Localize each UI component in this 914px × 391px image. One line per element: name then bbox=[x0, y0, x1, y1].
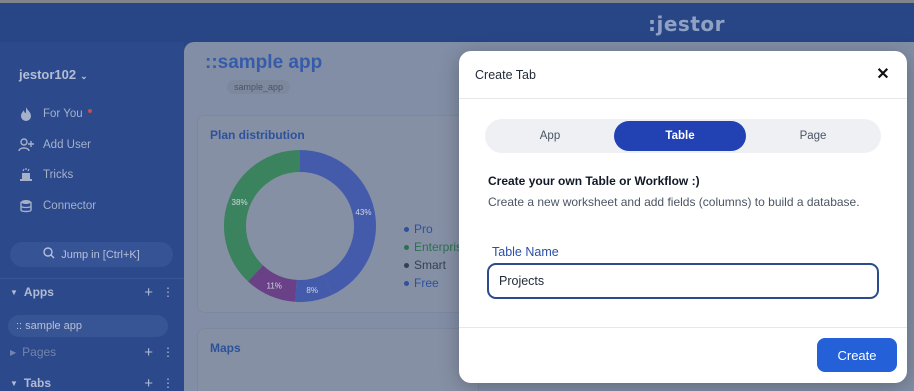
add-icon[interactable]: + bbox=[144, 284, 153, 301]
section-pages[interactable]: ▶ Pages + ⋮ bbox=[10, 344, 175, 361]
workspace-switcher[interactable]: jestor102 ⌄ bbox=[19, 67, 88, 82]
card-title: Maps bbox=[210, 341, 241, 355]
sidebar-item-for-you[interactable]: For You bbox=[18, 106, 92, 122]
tab-type-page[interactable]: Page bbox=[747, 121, 879, 151]
jestor-logo: :jestor bbox=[648, 12, 725, 36]
section-label: Apps bbox=[23, 285, 54, 299]
sidebar-item-label: Connector bbox=[43, 200, 97, 212]
modal-title: Create Tab bbox=[475, 68, 536, 82]
caret-right-icon: ▶ bbox=[10, 347, 17, 357]
donut-slice-label: 38% bbox=[232, 198, 248, 207]
more-icon[interactable]: ⋮ bbox=[162, 285, 174, 299]
caret-down-icon: ▼ bbox=[10, 378, 18, 388]
section-apps[interactable]: ▼ Apps + ⋮ bbox=[10, 284, 175, 301]
magic-hat-icon bbox=[18, 167, 34, 183]
maps-card: Maps bbox=[197, 328, 479, 391]
donut-slice-label: 11% bbox=[266, 282, 281, 291]
more-icon[interactable]: ⋮ bbox=[162, 345, 174, 359]
sidebar-divider bbox=[0, 278, 184, 279]
sidebar-item-tricks[interactable]: Tricks bbox=[18, 167, 73, 183]
notification-dot bbox=[87, 109, 92, 113]
modal-header: Create Tab ✕ bbox=[459, 51, 907, 99]
search-icon bbox=[43, 247, 55, 262]
app-id-chip: sample_app bbox=[227, 80, 291, 94]
chevron-down-icon: ⌄ bbox=[80, 71, 88, 81]
sidebar-item-label: Add User bbox=[43, 139, 91, 151]
create-button[interactable]: Create bbox=[817, 338, 897, 372]
plan-donut-chart: 43% 8% 11% 38% bbox=[224, 150, 376, 302]
sidebar-item-add-user[interactable]: Add User bbox=[18, 137, 91, 153]
jump-search-button[interactable]: Jump in [Ctrl+K] bbox=[10, 242, 173, 267]
donut-slice-label: 43% bbox=[355, 208, 371, 217]
add-icon[interactable]: + bbox=[144, 344, 153, 361]
tab-type-table[interactable]: Table bbox=[614, 121, 746, 151]
flame-icon bbox=[18, 106, 34, 122]
jump-label: Jump in [Ctrl+K] bbox=[61, 248, 140, 261]
add-icon[interactable]: + bbox=[144, 375, 153, 391]
table-name-input[interactable] bbox=[487, 263, 879, 299]
workspace-name: jestor102 bbox=[19, 67, 77, 82]
sidebar: jestor102 ⌄ For You Add User Tricks Conne… bbox=[0, 42, 184, 391]
plan-distribution-card: Plan distribution 43% 8% 11% 38% Pro Enterp… bbox=[197, 115, 479, 313]
create-tab-modal: Create Tab ✕ App Table Page Create your … bbox=[459, 51, 907, 383]
database-icon bbox=[18, 198, 34, 214]
add-user-icon bbox=[18, 137, 34, 153]
section-label: Tabs bbox=[23, 376, 52, 390]
sidebar-app-item[interactable]: :: sample app bbox=[8, 315, 168, 337]
sidebar-item-label: For You bbox=[43, 108, 83, 120]
modal-footer-divider bbox=[459, 327, 907, 328]
intro-heading: Create your own Table or Workflow :) bbox=[488, 174, 700, 188]
more-icon[interactable]: ⋮ bbox=[162, 376, 174, 390]
section-tabs[interactable]: ▼ Tabs + ⋮ bbox=[10, 375, 175, 391]
donut-slice-enterprise bbox=[224, 150, 301, 282]
donut-slice-pro bbox=[299, 150, 376, 295]
top-bar: :jestor bbox=[0, 0, 914, 42]
sidebar-item-label: Tricks bbox=[43, 169, 74, 181]
sidebar-item-connector[interactable]: Connector bbox=[18, 198, 96, 214]
caret-down-icon: ▼ bbox=[10, 287, 18, 297]
page-title: ::sample app bbox=[205, 52, 323, 73]
close-icon[interactable]: ✕ bbox=[873, 64, 893, 84]
table-name-label: Table Name bbox=[492, 245, 559, 259]
tab-type-selector: App Table Page bbox=[485, 119, 881, 153]
intro-description: Create a new worksheet and add fields (c… bbox=[488, 195, 860, 209]
section-label: Pages bbox=[22, 345, 57, 359]
donut-slice-label: 8% bbox=[306, 286, 318, 295]
tab-type-app[interactable]: App bbox=[485, 121, 615, 151]
